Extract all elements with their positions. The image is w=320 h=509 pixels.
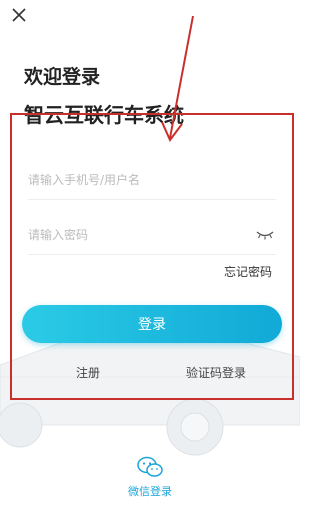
sms-login-link[interactable]: 验证码登录 [186,364,246,381]
wechat-login-label: 微信登录 [128,485,172,498]
username-field[interactable] [28,160,276,200]
welcome-title: 欢迎登录 [24,66,101,88]
wechat-icon [137,456,163,477]
close-button[interactable] [8,4,30,26]
forgot-password-link[interactable]: 忘记密码 [224,263,272,280]
username-input[interactable] [28,172,276,187]
annotation-arrow-icon [161,15,194,142]
password-field[interactable] [28,215,276,255]
wechat-login-button[interactable]: 微信登录 [0,456,300,499]
close-icon [12,8,26,22]
password-input[interactable] [28,227,276,242]
login-button[interactable]: 登录 [22,305,282,343]
eye-closed-icon[interactable] [256,229,274,241]
register-link[interactable]: 注册 [76,364,100,381]
